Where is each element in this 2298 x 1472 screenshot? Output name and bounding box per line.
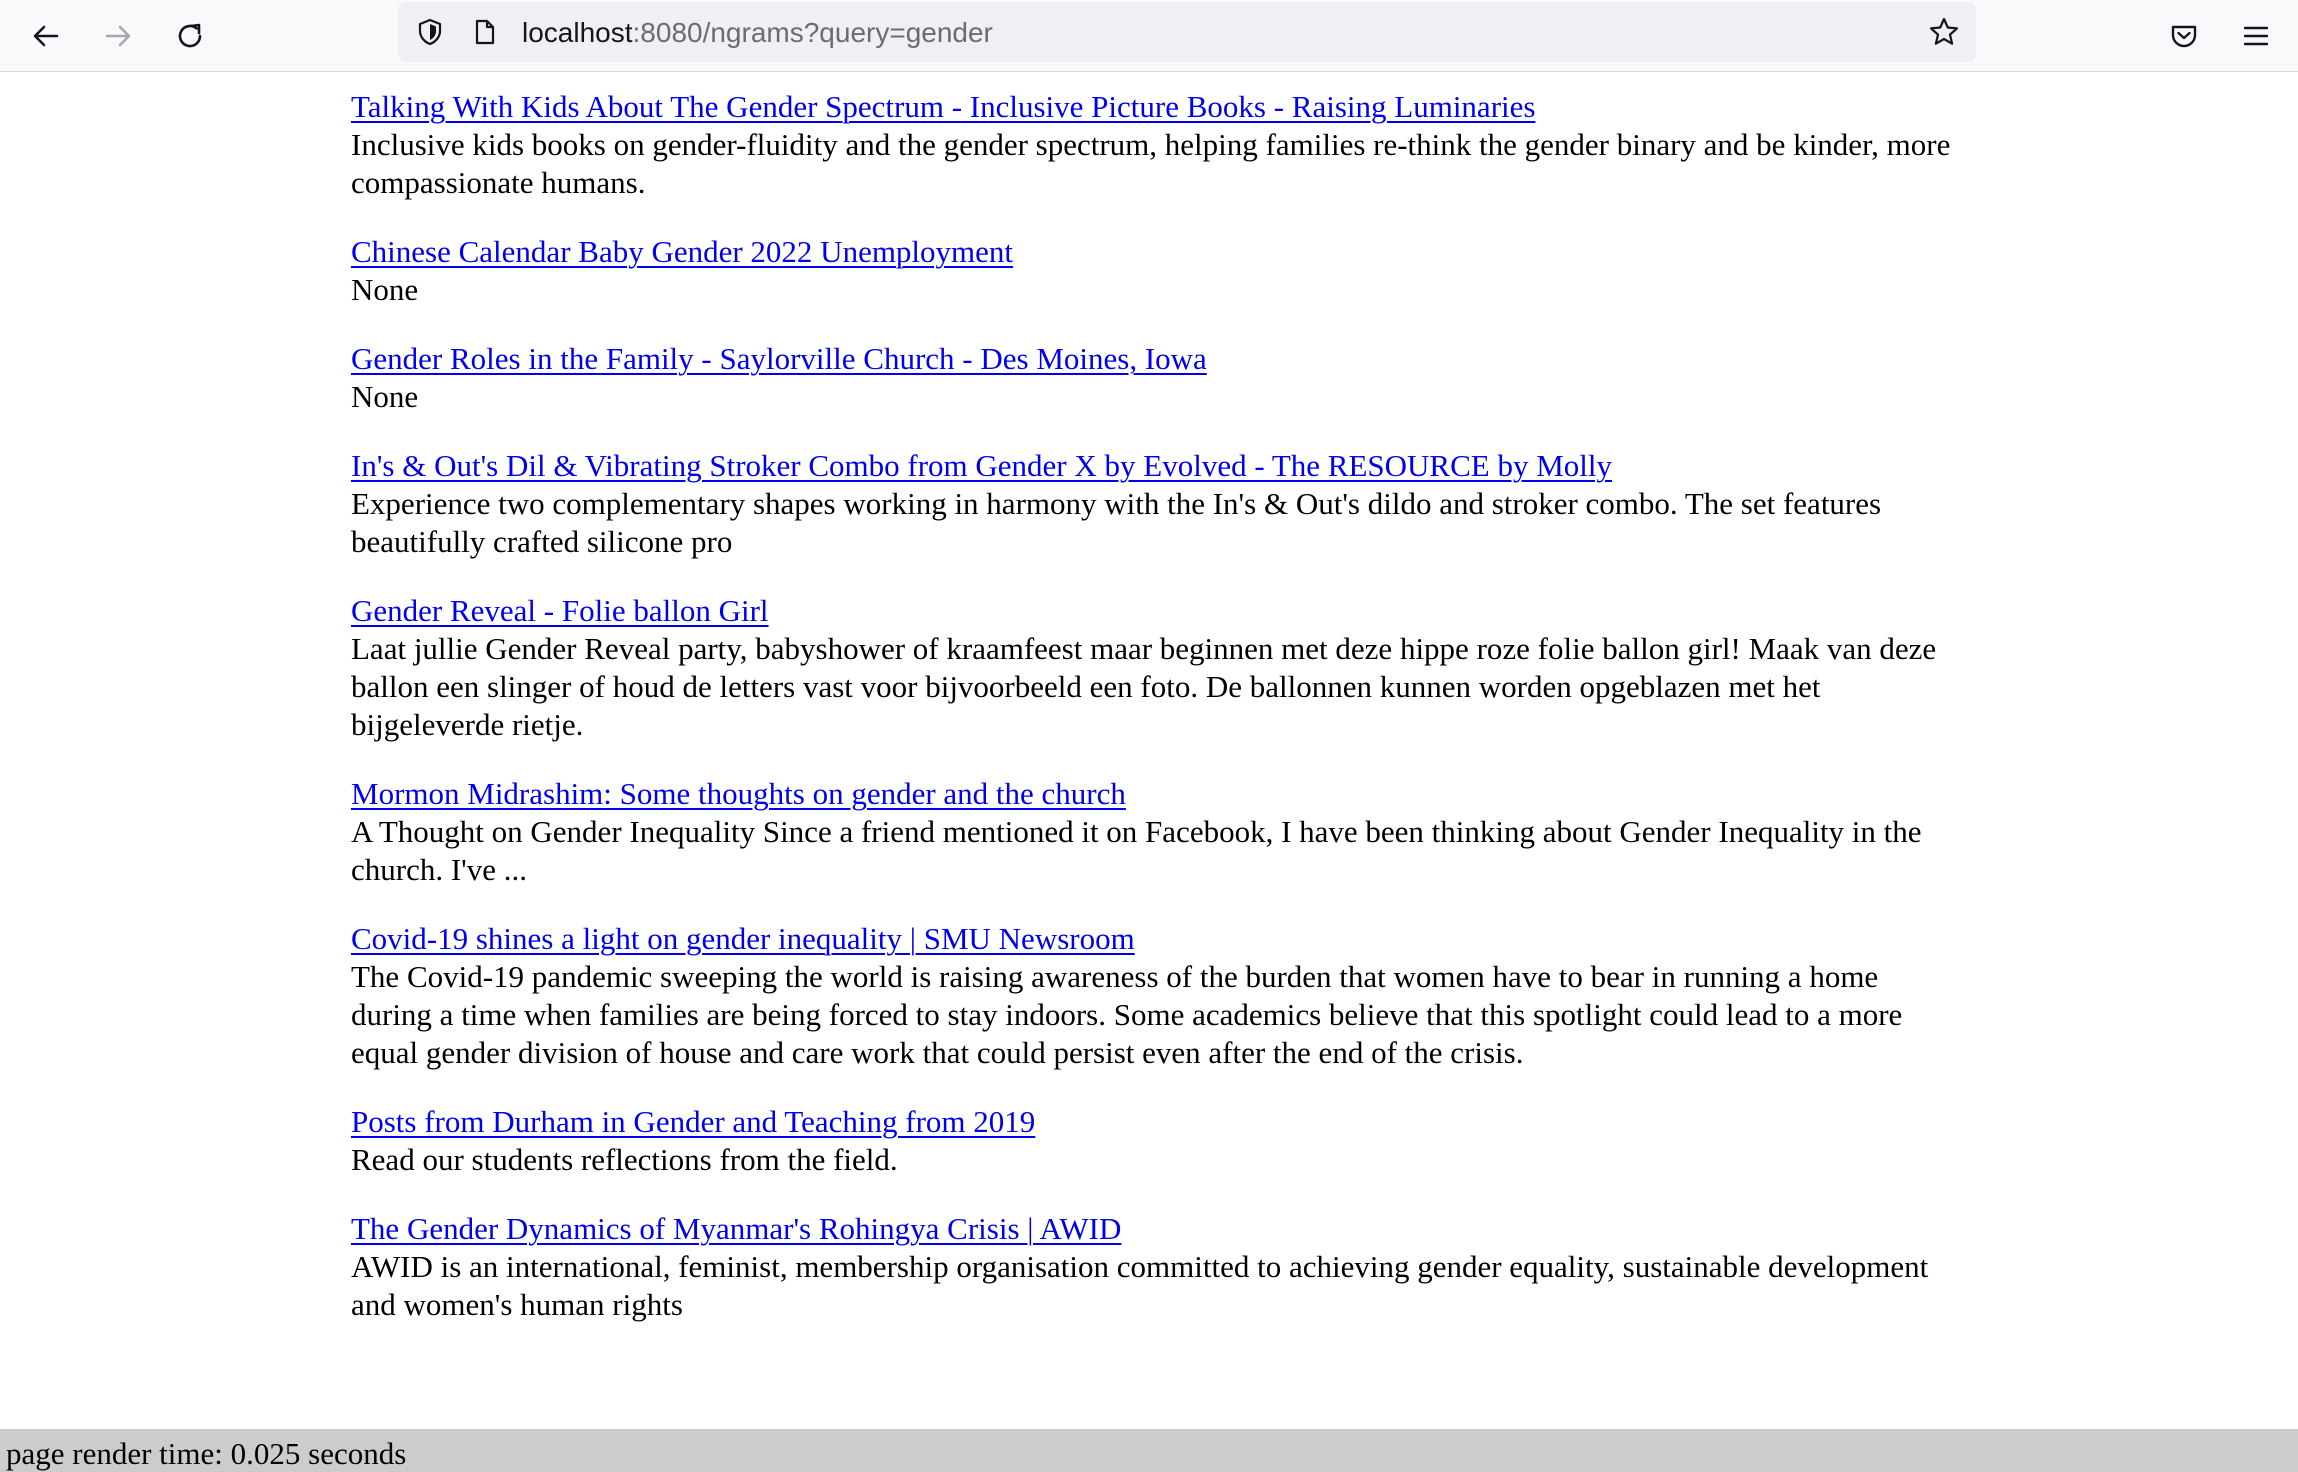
result-item: Chinese Calendar Baby Gender 2022 Unempl…	[351, 233, 1951, 309]
back-button[interactable]	[22, 12, 70, 60]
result-link[interactable]: Mormon Midrashim: Some thoughts on gende…	[351, 775, 1951, 813]
result-item: Gender Reveal - Folie ballon Girl Laat j…	[351, 592, 1951, 744]
shield-icon[interactable]	[412, 14, 448, 50]
render-time-footer: page render time: 0.025 seconds	[0, 1429, 2298, 1472]
reload-button[interactable]	[166, 12, 214, 60]
url-path: :8080/ngrams?query=gender	[632, 17, 993, 48]
result-link[interactable]: Covid-19 shines a light on gender inequa…	[351, 920, 1951, 958]
result-snippet: A Thought on Gender Inequality Since a f…	[351, 814, 1922, 887]
address-bar[interactable]: localhost:8080/ngrams?query=gender	[398, 2, 1976, 62]
result-item: Posts from Durham in Gender and Teaching…	[351, 1103, 1951, 1179]
result-snippet: Read our students reflections from the f…	[351, 1142, 898, 1177]
result-link[interactable]: In's & Out's Dil & Vibrating Stroker Com…	[351, 447, 1951, 485]
forward-button[interactable]	[94, 12, 142, 60]
star-icon[interactable]	[1926, 14, 1962, 50]
result-link[interactable]: Posts from Durham in Gender and Teaching…	[351, 1103, 1951, 1141]
result-item: Covid-19 shines a light on gender inequa…	[351, 920, 1951, 1072]
arrow-left-icon	[30, 20, 62, 52]
hamburger-menu-icon	[2240, 20, 2272, 52]
result-link[interactable]: Chinese Calendar Baby Gender 2022 Unempl…	[351, 233, 1951, 271]
result-item: Talking With Kids About The Gender Spect…	[351, 88, 1951, 202]
result-snippet: The Covid-19 pandemic sweeping the world…	[351, 959, 1903, 1070]
pocket-button[interactable]	[2160, 12, 2208, 60]
result-snippet: Laat jullie Gender Reveal party, babysho…	[351, 631, 1937, 742]
pocket-icon	[2168, 20, 2200, 52]
render-time-text: page render time: 0.025 seconds	[6, 1436, 407, 1471]
result-item: The Gender Dynamics of Myanmar's Rohingy…	[351, 1210, 1951, 1324]
result-link[interactable]: Gender Roles in the Family - Saylorville…	[351, 340, 1951, 378]
result-link[interactable]: The Gender Dynamics of Myanmar's Rohingy…	[351, 1210, 1951, 1248]
menu-button[interactable]	[2232, 12, 2280, 60]
result-link[interactable]: Gender Reveal - Folie ballon Girl	[351, 592, 1951, 630]
result-snippet: None	[351, 379, 419, 414]
reload-icon	[174, 20, 206, 52]
url-host: localhost	[522, 17, 633, 48]
result-item: In's & Out's Dil & Vibrating Stroker Com…	[351, 447, 1951, 561]
result-snippet: AWID is an international, feminist, memb…	[351, 1249, 1929, 1322]
result-snippet: Inclusive kids books on gender-fluidity …	[351, 127, 1951, 200]
result-link[interactable]: Talking With Kids About The Gender Spect…	[351, 88, 1951, 126]
result-item: Gender Roles in the Family - Saylorville…	[351, 340, 1951, 416]
arrow-right-icon	[102, 20, 134, 52]
url-text[interactable]: localhost:8080/ngrams?query=gender	[522, 2, 993, 62]
page-icon[interactable]	[466, 14, 502, 50]
result-snippet: Experience two complementary shapes work…	[351, 486, 1882, 559]
results-list: Talking With Kids About The Gender Spect…	[351, 88, 1951, 1355]
result-item: Mormon Midrashim: Some thoughts on gende…	[351, 775, 1951, 889]
browser-toolbar: localhost:8080/ngrams?query=gender	[0, 0, 2298, 72]
result-snippet: None	[351, 272, 419, 307]
